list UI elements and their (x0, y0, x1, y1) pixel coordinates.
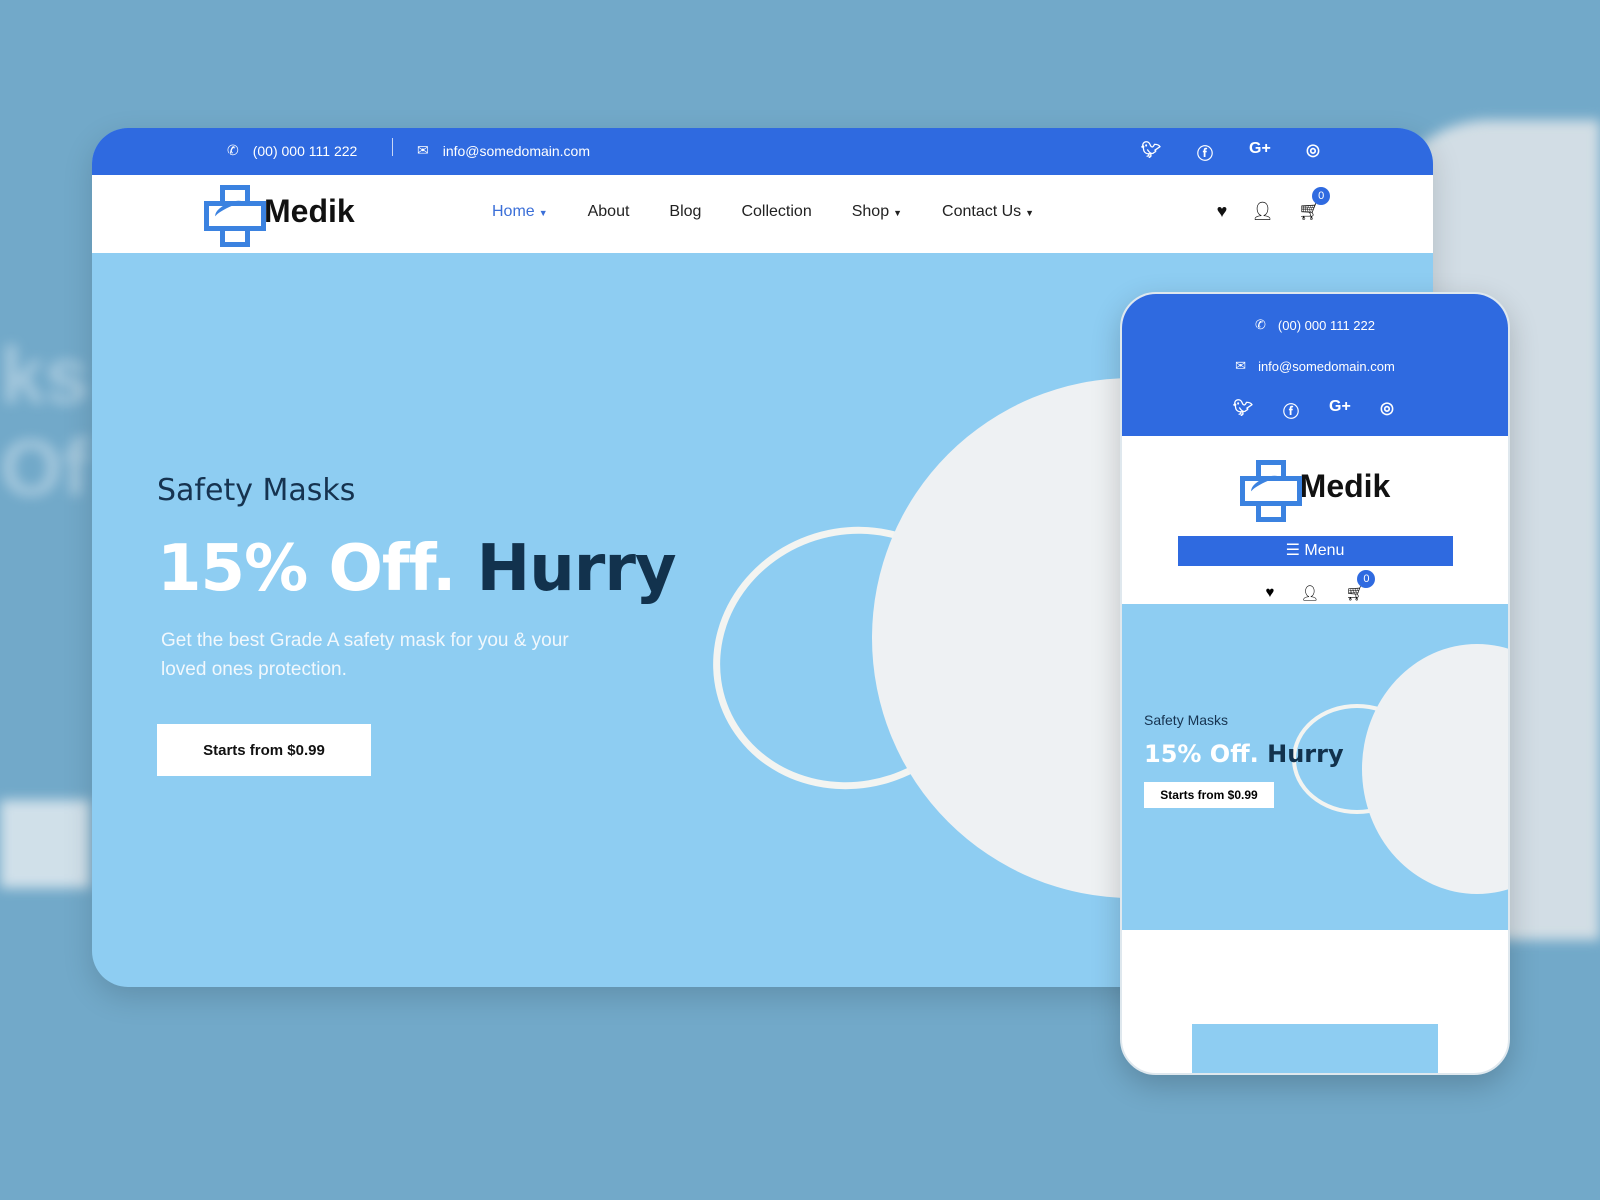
phone-icon: ✆ (1255, 317, 1266, 332)
user-icon[interactable]: 👤︎ (1251, 201, 1274, 222)
background-blurred-text: ks Of (0, 331, 89, 512)
nav-about[interactable]: About (588, 203, 630, 221)
social-links: 🐦︎ ⓕ G+ ◎ (1141, 140, 1323, 164)
nav-contact[interactable]: Contact Us ▼ (942, 203, 1034, 221)
caret-down-icon: ▼ (538, 208, 548, 218)
mobile-top-bar: ✆ (00) 000 111 222 ✉ info@somedomain.com 🐦… (1122, 294, 1508, 436)
background-blurred-button (0, 800, 90, 888)
email-contact[interactable]: ✉ info@somedomain.com (417, 142, 590, 159)
phone-contact[interactable]: ✆ (00) 000 111 222 (227, 142, 357, 159)
nav-home[interactable]: Home ▼ (492, 203, 548, 221)
main-nav: Medik Home ▼ About Blog Collection Shop ▼ … (92, 175, 1433, 253)
twitter-icon[interactable]: 🐦︎ (1233, 398, 1253, 422)
heart-icon[interactable]: ♥ (1266, 584, 1275, 602)
cta-button[interactable]: Starts from $0.99 (157, 724, 371, 776)
google-plus-icon[interactable]: G+ (1329, 398, 1351, 422)
envelope-icon: ✉ (1235, 358, 1247, 373)
hero-eyebrow: Safety Masks (1144, 712, 1229, 728)
logo[interactable]: Medik (204, 185, 355, 247)
instagram-icon[interactable]: ◎ (1303, 140, 1323, 164)
cart-badge: 0 (1357, 570, 1376, 588)
hero: Safety Masks 15% Off. Hurry Get the best… (157, 473, 677, 776)
mobile-phone-contact[interactable]: ✆ (00) 000 111 222 (1122, 308, 1508, 342)
facebook-icon[interactable]: ⓕ (1281, 398, 1301, 422)
mobile-email-contact[interactable]: ✉ info@somedomain.com (1122, 342, 1508, 390)
mobile-social-links: 🐦︎ ⓕ G+ ◎ (1122, 398, 1508, 422)
medical-cross-icon (1239, 460, 1302, 522)
user-icon[interactable]: 👤︎ (1300, 584, 1319, 602)
nav-menu: Home ▼ About Blog Collection Shop ▼ Contac… (492, 203, 1034, 221)
phone-icon: ✆ (227, 142, 239, 158)
mobile-content-block (1192, 1024, 1438, 1073)
divider (392, 138, 393, 156)
mobile-hero: Safety Masks 15% Off. Hurry Starts from … (1122, 604, 1508, 930)
hamburger-icon: ☰ (1285, 542, 1300, 559)
caret-down-icon: ▼ (893, 208, 903, 218)
mobile-menu-button[interactable]: ☰ Menu (1177, 536, 1453, 566)
hero-eyebrow: Safety Masks (157, 473, 356, 508)
cart-icon[interactable]: 🛒︎ 0 (1298, 187, 1331, 222)
mobile-preview: ✆ (00) 000 111 222 ✉ info@somedomain.com 🐦… (1120, 292, 1510, 1075)
top-bar: ✆ (00) 000 111 222 ✉ info@somedomain.com 🐦… (92, 128, 1433, 175)
nav-collection[interactable]: Collection (741, 203, 811, 221)
mobile-header-icons: ♥ 👤︎ 🛒︎ 0 (1122, 570, 1508, 602)
cta-button[interactable]: Starts from $0.99 (1144, 782, 1274, 808)
heart-icon[interactable]: ♥ (1217, 201, 1228, 222)
hero-headline: 15% Off. Hurry (1144, 740, 1344, 768)
mask-image (1362, 644, 1508, 894)
nav-blog[interactable]: Blog (669, 203, 701, 221)
cart-badge: 0 (1312, 187, 1331, 205)
medical-cross-icon (204, 185, 266, 247)
caret-down-icon: ▼ (1025, 208, 1035, 218)
google-plus-icon[interactable]: G+ (1249, 140, 1271, 164)
nav-shop[interactable]: Shop ▼ (852, 203, 902, 221)
facebook-icon[interactable]: ⓕ (1195, 140, 1215, 164)
hero-headline: 15% Off. Hurry (157, 532, 677, 606)
twitter-icon[interactable]: 🐦︎ (1141, 140, 1161, 164)
envelope-icon: ✉ (417, 142, 429, 158)
mobile-logo[interactable]: Medik (1122, 436, 1508, 536)
cart-icon[interactable]: 🛒︎ 0 (1345, 570, 1376, 602)
mobile-hero-text: Safety Masks 15% Off. Hurry Starts from … (1144, 712, 1344, 808)
hero-description: Get the best Grade A safety mask for you… (161, 630, 569, 680)
instagram-icon[interactable]: ◎ (1377, 398, 1397, 422)
header-icons: ♥ 👤︎ 🛒︎ 0 (1217, 187, 1331, 222)
